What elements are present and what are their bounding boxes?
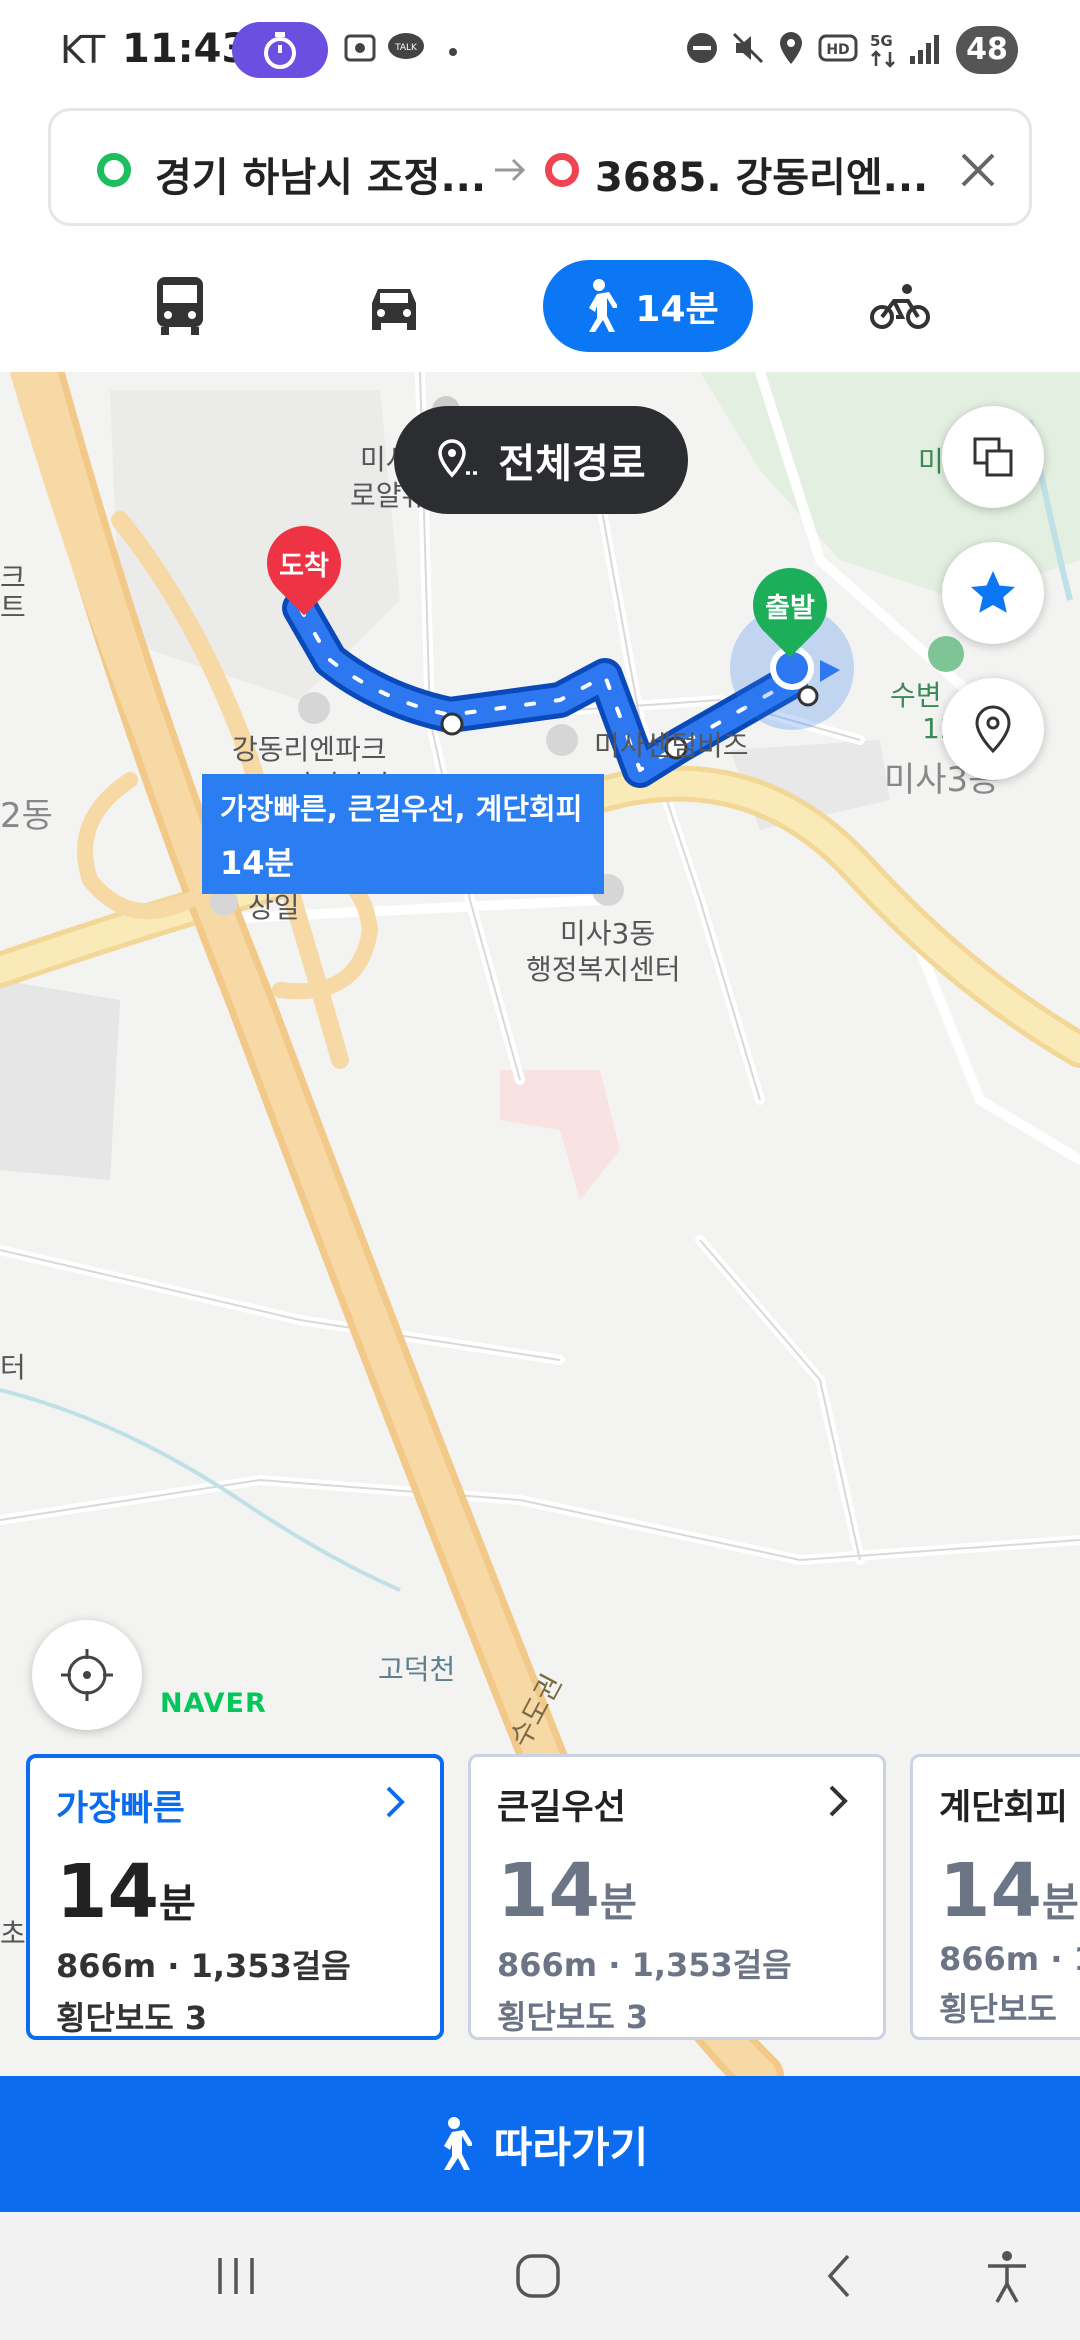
origin-dot-icon: [97, 153, 131, 187]
whole-route-label: 전체경로: [498, 441, 646, 487]
follow-route-label: 따라가기: [493, 2122, 649, 2172]
destination-pin-label: 도착: [279, 551, 329, 582]
walk-duration: 14분: [635, 289, 719, 330]
route-card-minutes: 14: [56, 1849, 159, 1935]
route-card-distance: 866m · 1,353걸음: [497, 1946, 792, 1984]
place-button[interactable]: [942, 678, 1044, 780]
map-label-center1: 미사3동: [560, 917, 656, 950]
destination-text[interactable]: 3685. 강동리엔...: [595, 145, 955, 203]
route-card-no-stairs[interactable]: 계단회피 14분 866m · 1, 횡단보도: [910, 1754, 1080, 2040]
naver-logo: NAVER: [160, 1688, 267, 1719]
car-icon: [372, 289, 416, 330]
route-card-crosswalk: 횡단보도 3: [56, 1999, 208, 2037]
home-icon[interactable]: [508, 2246, 568, 2306]
route-card-title: 계단회피: [939, 1788, 1068, 1828]
tab-bike[interactable]: [850, 260, 950, 352]
mute-icon: [732, 32, 764, 64]
gallery-icon: [344, 34, 376, 62]
close-icon[interactable]: [953, 145, 1003, 195]
route-card-title: 큰길우선: [497, 1788, 626, 1828]
route-summary-bar[interactable]: 경기 하남시 조정... 3685. 강동리엔...: [48, 108, 1032, 226]
transport-mode-tabs: 14분: [0, 246, 1080, 372]
bus-icon: [157, 277, 203, 335]
origin-pin[interactable]: 출발: [737, 552, 843, 678]
destination-pin[interactable]: 도착: [251, 510, 357, 636]
my-location-button[interactable]: [32, 1620, 142, 1730]
map-label-center2: 행정복지센터: [526, 953, 681, 986]
chevron-right-icon: [386, 1786, 405, 1818]
route-card-unit: 분: [1041, 1880, 1079, 1926]
route-card-fastest[interactable]: 가장빠른 14분 866m · 1,353걸음 횡단보도 3: [26, 1754, 444, 2040]
map-pin-icon: [975, 705, 1011, 754]
tab-bus[interactable]: [130, 260, 230, 352]
tab-car[interactable]: [344, 260, 444, 352]
route-tooltip-time: 14분: [220, 844, 294, 882]
accessibility-icon[interactable]: [982, 2246, 1032, 2306]
system-nav-bar: [0, 2212, 1080, 2340]
dot-icon: [449, 48, 457, 56]
svg-text:TALK: TALK: [394, 43, 418, 53]
origin-pin-label: 출발: [765, 593, 815, 624]
crosshair-icon: [61, 1649, 113, 1701]
layers-button[interactable]: [942, 406, 1044, 508]
dnd-icon: [687, 33, 717, 63]
svg-text:HD: HD: [826, 42, 849, 58]
map-label-left2: 트: [0, 591, 26, 624]
route-card-unit: 분: [599, 1880, 637, 1926]
walk-icon: [443, 2117, 472, 2170]
follow-route-button[interactable]: 따라가기: [0, 2076, 1080, 2212]
map-label-mi: 미: [918, 445, 944, 478]
timer-icon: [232, 22, 328, 78]
back-icon[interactable]: [816, 2246, 864, 2306]
map-label-gangdong: 강동리엔파크: [232, 733, 387, 766]
whole-route-button[interactable]: 전체경로: [394, 406, 688, 514]
5g-icon: 5G: [870, 32, 895, 68]
clock-time: 11:43: [122, 26, 250, 72]
origin-text[interactable]: 경기 하남시 조정...: [155, 145, 515, 203]
route-card-title: 가장빠른: [56, 1789, 185, 1829]
tab-walk[interactable]: 14분: [543, 260, 753, 352]
chevron-right-icon: [829, 1785, 848, 1817]
map-label-left3: 터: [0, 1351, 26, 1384]
signal-icon: [910, 35, 939, 64]
route-card-main-road[interactable]: 큰길우선 14분 866m · 1,353걸음 횡단보도 3: [468, 1754, 886, 2040]
favorite-button[interactable]: [942, 542, 1044, 644]
recent-apps-icon[interactable]: [212, 2246, 260, 2306]
arrow-right-icon: [495, 158, 526, 182]
bike-icon: [870, 284, 930, 329]
route-tooltip[interactable]: 가장빠른, 큰길우선, 계단회피 14분: [202, 774, 604, 894]
destination-dot-icon: [545, 153, 579, 187]
status-bar: KT 11:43 TALK HD 5G 48: [0, 0, 1080, 100]
map-label-subyeon: 수변: [890, 679, 942, 712]
layers-icon: [973, 437, 1013, 477]
route-options-list: 가장빠른 14분 866m · 1,353걸음 횡단보도 3 큰길우선 14분 …: [0, 1754, 1080, 2044]
map-label-bizz: 미사센텀비즈: [594, 729, 749, 762]
route-card-unit: 분: [158, 1881, 196, 1927]
location-icon: [780, 32, 802, 64]
star-icon: [971, 571, 1015, 613]
walk-icon: [589, 279, 618, 332]
route-card-minutes: 14: [497, 1848, 600, 1934]
hd-icon: HD: [818, 34, 858, 62]
route-card-distance: 866m · 1,353걸음: [56, 1947, 351, 1985]
carrier-label: KT: [60, 28, 106, 72]
svg-text:5G: 5G: [870, 32, 893, 50]
route-card-crosswalk: 횡단보도: [939, 1990, 1057, 2028]
route-card-crosswalk: 횡단보도 3: [497, 1998, 649, 2036]
map-label-dong2: 2동: [0, 796, 53, 836]
talk-icon: TALK: [388, 33, 424, 59]
route-pin-icon: [438, 439, 479, 478]
battery-indicator: 48: [956, 26, 1018, 74]
route-tooltip-options: 가장빠른, 큰길우선, 계단회피: [220, 792, 583, 826]
route-card-distance: 866m · 1,: [939, 1940, 1080, 1978]
map-label-godeok: 고덕천: [378, 1653, 456, 1686]
route-card-minutes: 14: [939, 1848, 1042, 1934]
